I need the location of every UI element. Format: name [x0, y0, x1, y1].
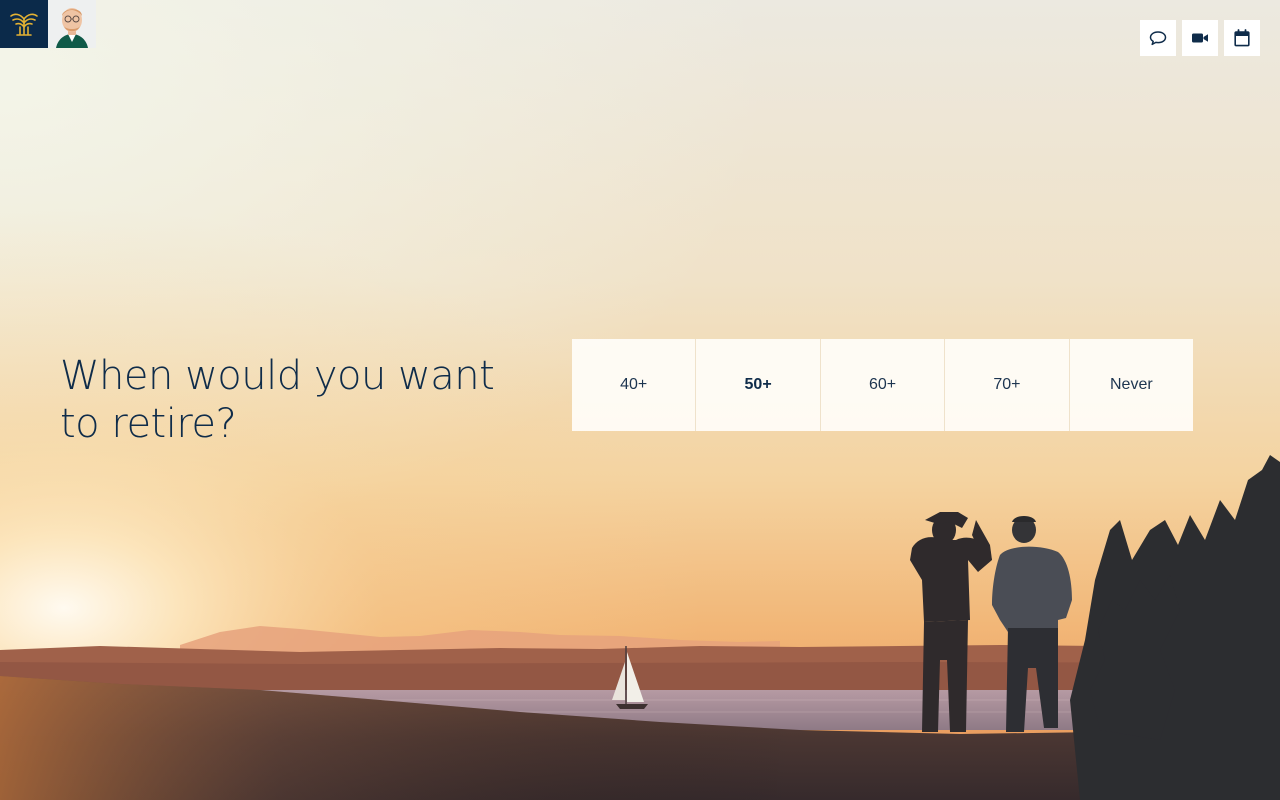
calendar-icon	[1234, 29, 1250, 47]
advisor-avatar[interactable]	[48, 0, 96, 48]
option-40-plus[interactable]: 40+	[572, 339, 697, 431]
person-avatar-icon	[48, 0, 96, 48]
company-logo[interactable]	[0, 0, 48, 48]
video-call-button[interactable]	[1182, 20, 1218, 56]
option-50-plus[interactable]: 50+	[696, 339, 821, 431]
calendar-button[interactable]	[1224, 20, 1260, 56]
option-60-plus[interactable]: 60+	[820, 339, 946, 431]
question-line-1: When would you want	[60, 353, 495, 399]
contact-actions	[1140, 20, 1260, 56]
chat-button[interactable]	[1140, 20, 1176, 56]
retirement-age-options: 40+ 50+ 60+ 70+ Never	[572, 339, 1194, 431]
option-70-plus[interactable]: 70+	[945, 339, 1070, 431]
question-line-2: to retire?	[60, 401, 237, 447]
pillar-logo-icon	[10, 13, 38, 36]
chat-icon	[1149, 31, 1167, 46]
option-never[interactable]: Never	[1069, 339, 1194, 431]
video-icon	[1192, 33, 1208, 43]
question-heading: When would you want to retire?	[60, 352, 500, 448]
